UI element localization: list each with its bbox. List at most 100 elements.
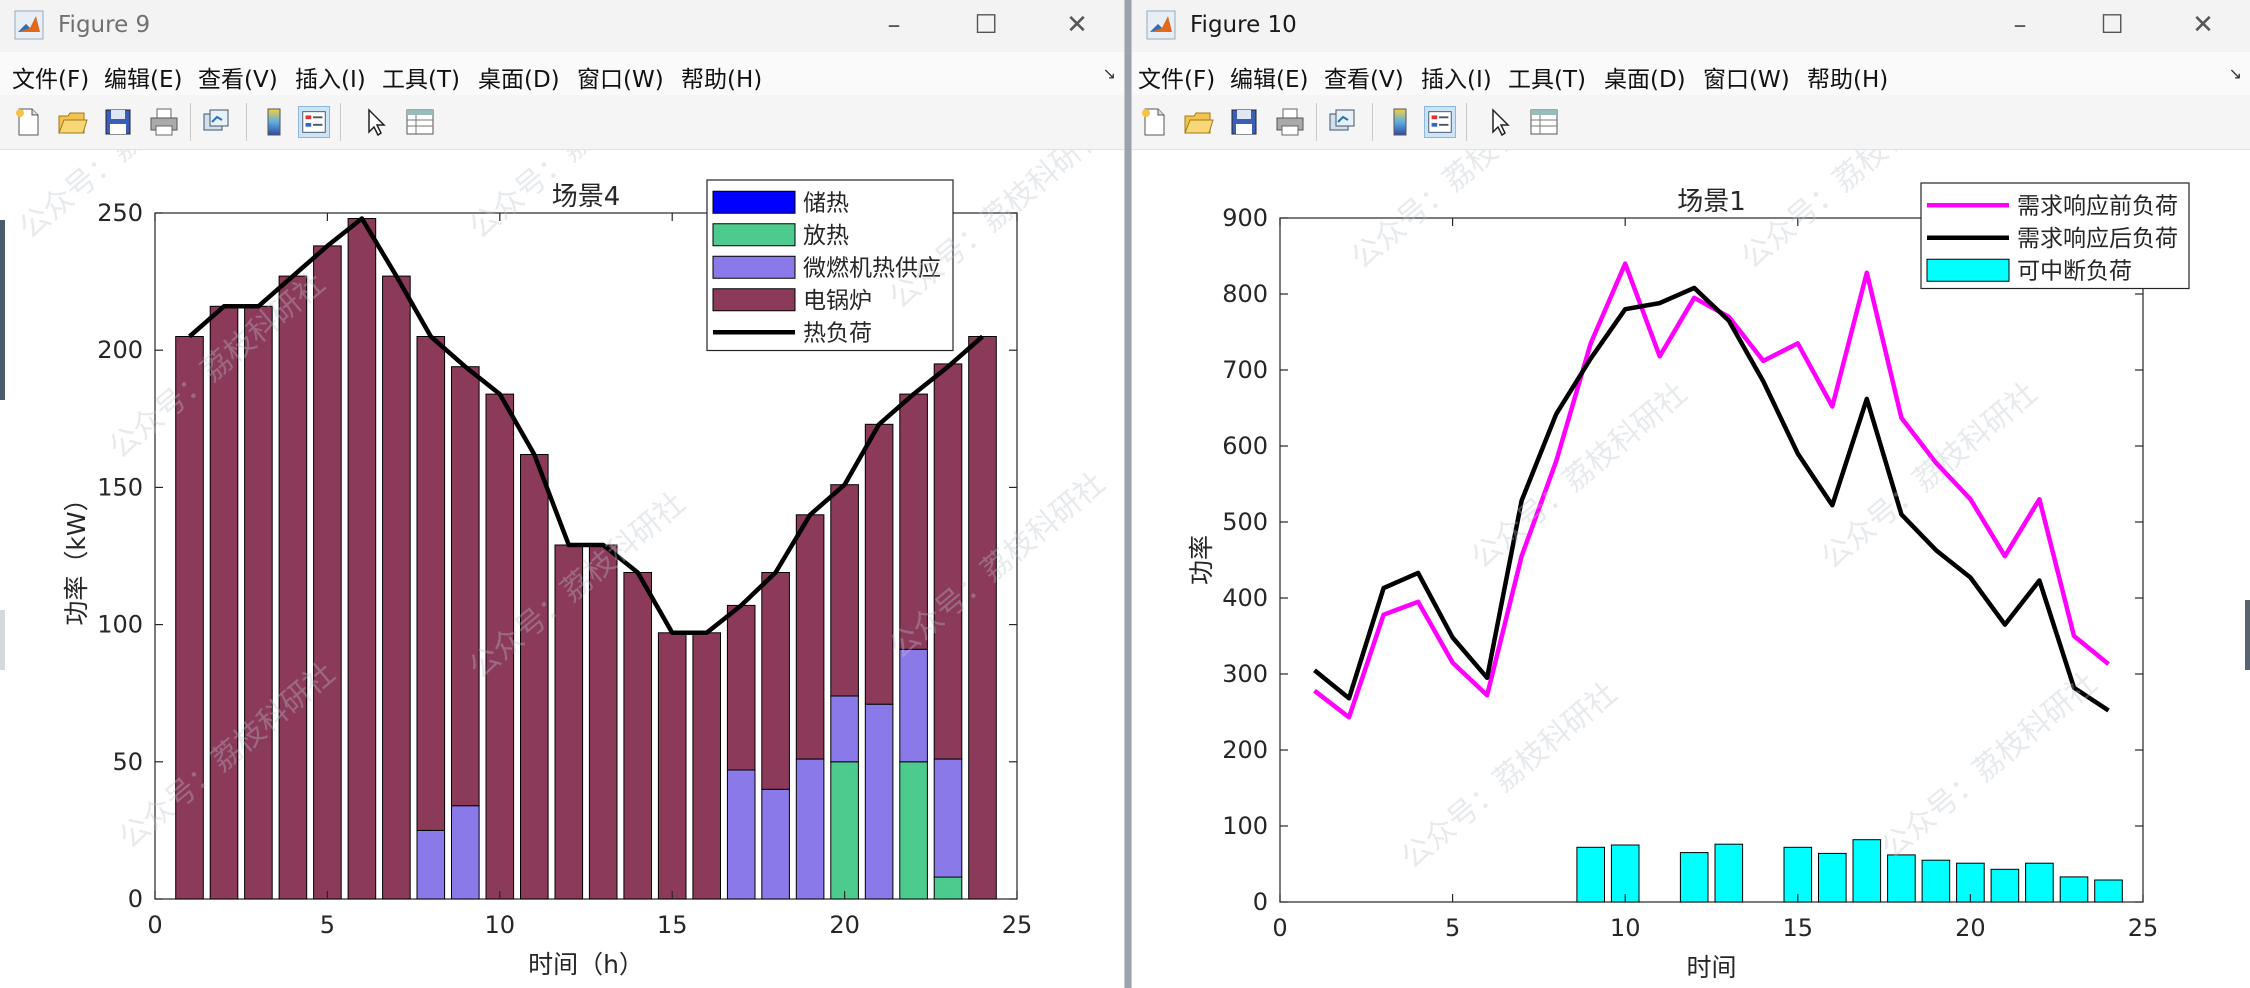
menu-view[interactable]: 查看(V) bbox=[1324, 60, 1404, 94]
link-plot-icon[interactable] bbox=[1326, 106, 1358, 138]
colorbar-icon[interactable] bbox=[258, 106, 290, 138]
legend-icon[interactable] bbox=[1424, 106, 1456, 138]
menu-file[interactable]: 文件(F) bbox=[1138, 60, 1215, 94]
x-tick-label: 25 bbox=[1002, 911, 1033, 939]
bar bbox=[1990, 868, 2020, 903]
bar bbox=[2025, 862, 2054, 903]
bar bbox=[933, 876, 963, 900]
menu-view[interactable]: 查看(V) bbox=[198, 60, 278, 94]
legend-icon[interactable] bbox=[298, 106, 330, 138]
menu-tools[interactable]: 工具(T) bbox=[382, 60, 460, 94]
minimize-button[interactable]: – bbox=[1998, 10, 2042, 40]
title-bar: Figure 10 – ☐ ✕ bbox=[1132, 0, 2250, 52]
print-icon[interactable] bbox=[148, 106, 180, 138]
save-icon[interactable] bbox=[1228, 106, 1260, 138]
bar bbox=[416, 829, 446, 900]
bar bbox=[968, 336, 997, 900]
window-title: Figure 10 bbox=[1190, 12, 1297, 38]
pointer-icon[interactable] bbox=[360, 106, 392, 138]
open-file-icon[interactable] bbox=[1182, 106, 1214, 138]
minimize-button[interactable]: – bbox=[872, 10, 916, 40]
y-tick-label: 0 bbox=[1253, 888, 1268, 916]
maximize-button[interactable]: ☐ bbox=[964, 10, 1008, 40]
bar bbox=[313, 245, 342, 900]
bar bbox=[692, 632, 722, 900]
pointer-icon[interactable] bbox=[1484, 106, 1516, 138]
bar bbox=[933, 363, 963, 760]
menu-help[interactable]: 帮助(H) bbox=[681, 60, 762, 94]
bar bbox=[830, 484, 859, 697]
menu-help[interactable]: 帮助(H) bbox=[1807, 60, 1888, 94]
figure-10-window: Figure 10 – ☐ ✕ 文件(F) 编辑(E) 查看(V) 插入(I) … bbox=[1131, 0, 2250, 988]
menu-tools[interactable]: 工具(T) bbox=[1508, 60, 1586, 94]
new-figure-icon[interactable] bbox=[12, 106, 44, 138]
new-figure-icon[interactable] bbox=[1138, 106, 1170, 138]
bar bbox=[795, 514, 825, 760]
menu-insert[interactable]: 插入(I) bbox=[295, 60, 366, 94]
x-tick-label: 20 bbox=[1955, 914, 1986, 942]
open-file-icon[interactable] bbox=[56, 106, 88, 138]
bar bbox=[1679, 852, 1709, 903]
link-plot-icon[interactable] bbox=[200, 106, 232, 138]
y-axis-label: 功率（kW） bbox=[62, 486, 91, 625]
bar bbox=[726, 604, 756, 771]
toolbar-separator bbox=[190, 103, 191, 141]
legend-label: 需求响应前负荷 bbox=[2017, 193, 2178, 219]
menu-edit[interactable]: 编辑(E) bbox=[104, 60, 182, 94]
menu-file[interactable]: 文件(F) bbox=[12, 60, 89, 94]
menu-bar: 文件(F) 编辑(E) 查看(V) 插入(I) 工具(T) 桌面(D) 窗口(W… bbox=[0, 52, 1124, 95]
window-title: Figure 9 bbox=[58, 12, 151, 38]
bar bbox=[933, 758, 963, 878]
bar bbox=[795, 758, 825, 900]
bar bbox=[864, 423, 894, 705]
y-tick-label: 200 bbox=[97, 336, 143, 364]
x-tick-label: 10 bbox=[485, 911, 516, 939]
dock-arrow-icon[interactable]: ↘ bbox=[1103, 64, 1116, 83]
x-tick-label: 20 bbox=[829, 911, 860, 939]
save-icon[interactable] bbox=[102, 106, 134, 138]
colorbar-icon[interactable] bbox=[1384, 106, 1416, 138]
menu-desktop[interactable]: 桌面(D) bbox=[1604, 60, 1686, 94]
menu-insert[interactable]: 插入(I) bbox=[1421, 60, 1492, 94]
title-bar: Figure 9 – ☐ ✕ bbox=[0, 0, 1124, 52]
dock-arrow-icon[interactable]: ↘ bbox=[2229, 64, 2242, 83]
y-axis-label: 功率 bbox=[1187, 535, 1216, 585]
x-tick-label: 15 bbox=[1783, 914, 1814, 942]
y-tick-label: 300 bbox=[1222, 660, 1268, 688]
toolbar-separator bbox=[340, 103, 341, 141]
bar bbox=[1852, 839, 1882, 903]
bar bbox=[451, 366, 480, 807]
legend-label: 储热 bbox=[803, 190, 849, 216]
property-inspector-icon[interactable] bbox=[1528, 106, 1560, 138]
bar bbox=[1610, 844, 1640, 903]
legend-swatch bbox=[712, 190, 796, 214]
menu-edit[interactable]: 编辑(E) bbox=[1230, 60, 1308, 94]
x-axis-label: 时间 bbox=[1686, 953, 1736, 982]
menu-window[interactable]: 窗口(W) bbox=[1703, 60, 1790, 94]
menu-bar: 文件(F) 编辑(E) 查看(V) 插入(I) 工具(T) 桌面(D) 窗口(W… bbox=[1132, 52, 2250, 95]
close-button[interactable]: ✕ bbox=[1055, 10, 1099, 40]
menu-window[interactable]: 窗口(W) bbox=[577, 60, 664, 94]
menu-desktop[interactable]: 桌面(D) bbox=[478, 60, 560, 94]
plot-area bbox=[1279, 217, 2144, 903]
y-tick-label: 0 bbox=[128, 885, 143, 913]
property-inspector-icon[interactable] bbox=[404, 106, 436, 138]
toolbar-separator bbox=[1372, 103, 1373, 141]
close-button[interactable]: ✕ bbox=[2181, 10, 2225, 40]
legend-swatch bbox=[712, 223, 796, 247]
legend-swatch bbox=[1926, 258, 2010, 282]
y-tick-label: 900 bbox=[1222, 204, 1268, 232]
print-icon[interactable] bbox=[1274, 106, 1306, 138]
x-tick-label: 10 bbox=[1610, 914, 1641, 942]
bar bbox=[623, 572, 653, 900]
bar bbox=[2059, 876, 2089, 903]
chart-title: 场景1 bbox=[1677, 187, 1746, 217]
legend-label: 可中断负荷 bbox=[2017, 258, 2132, 284]
y-tick-label: 700 bbox=[1222, 356, 1268, 384]
legend-label: 需求响应后负荷 bbox=[2017, 226, 2178, 252]
bar bbox=[347, 218, 377, 900]
toolbar bbox=[1132, 95, 2250, 150]
maximize-button[interactable]: ☐ bbox=[2090, 10, 2134, 40]
toolbar-separator bbox=[1466, 103, 1467, 141]
bar bbox=[451, 805, 480, 900]
